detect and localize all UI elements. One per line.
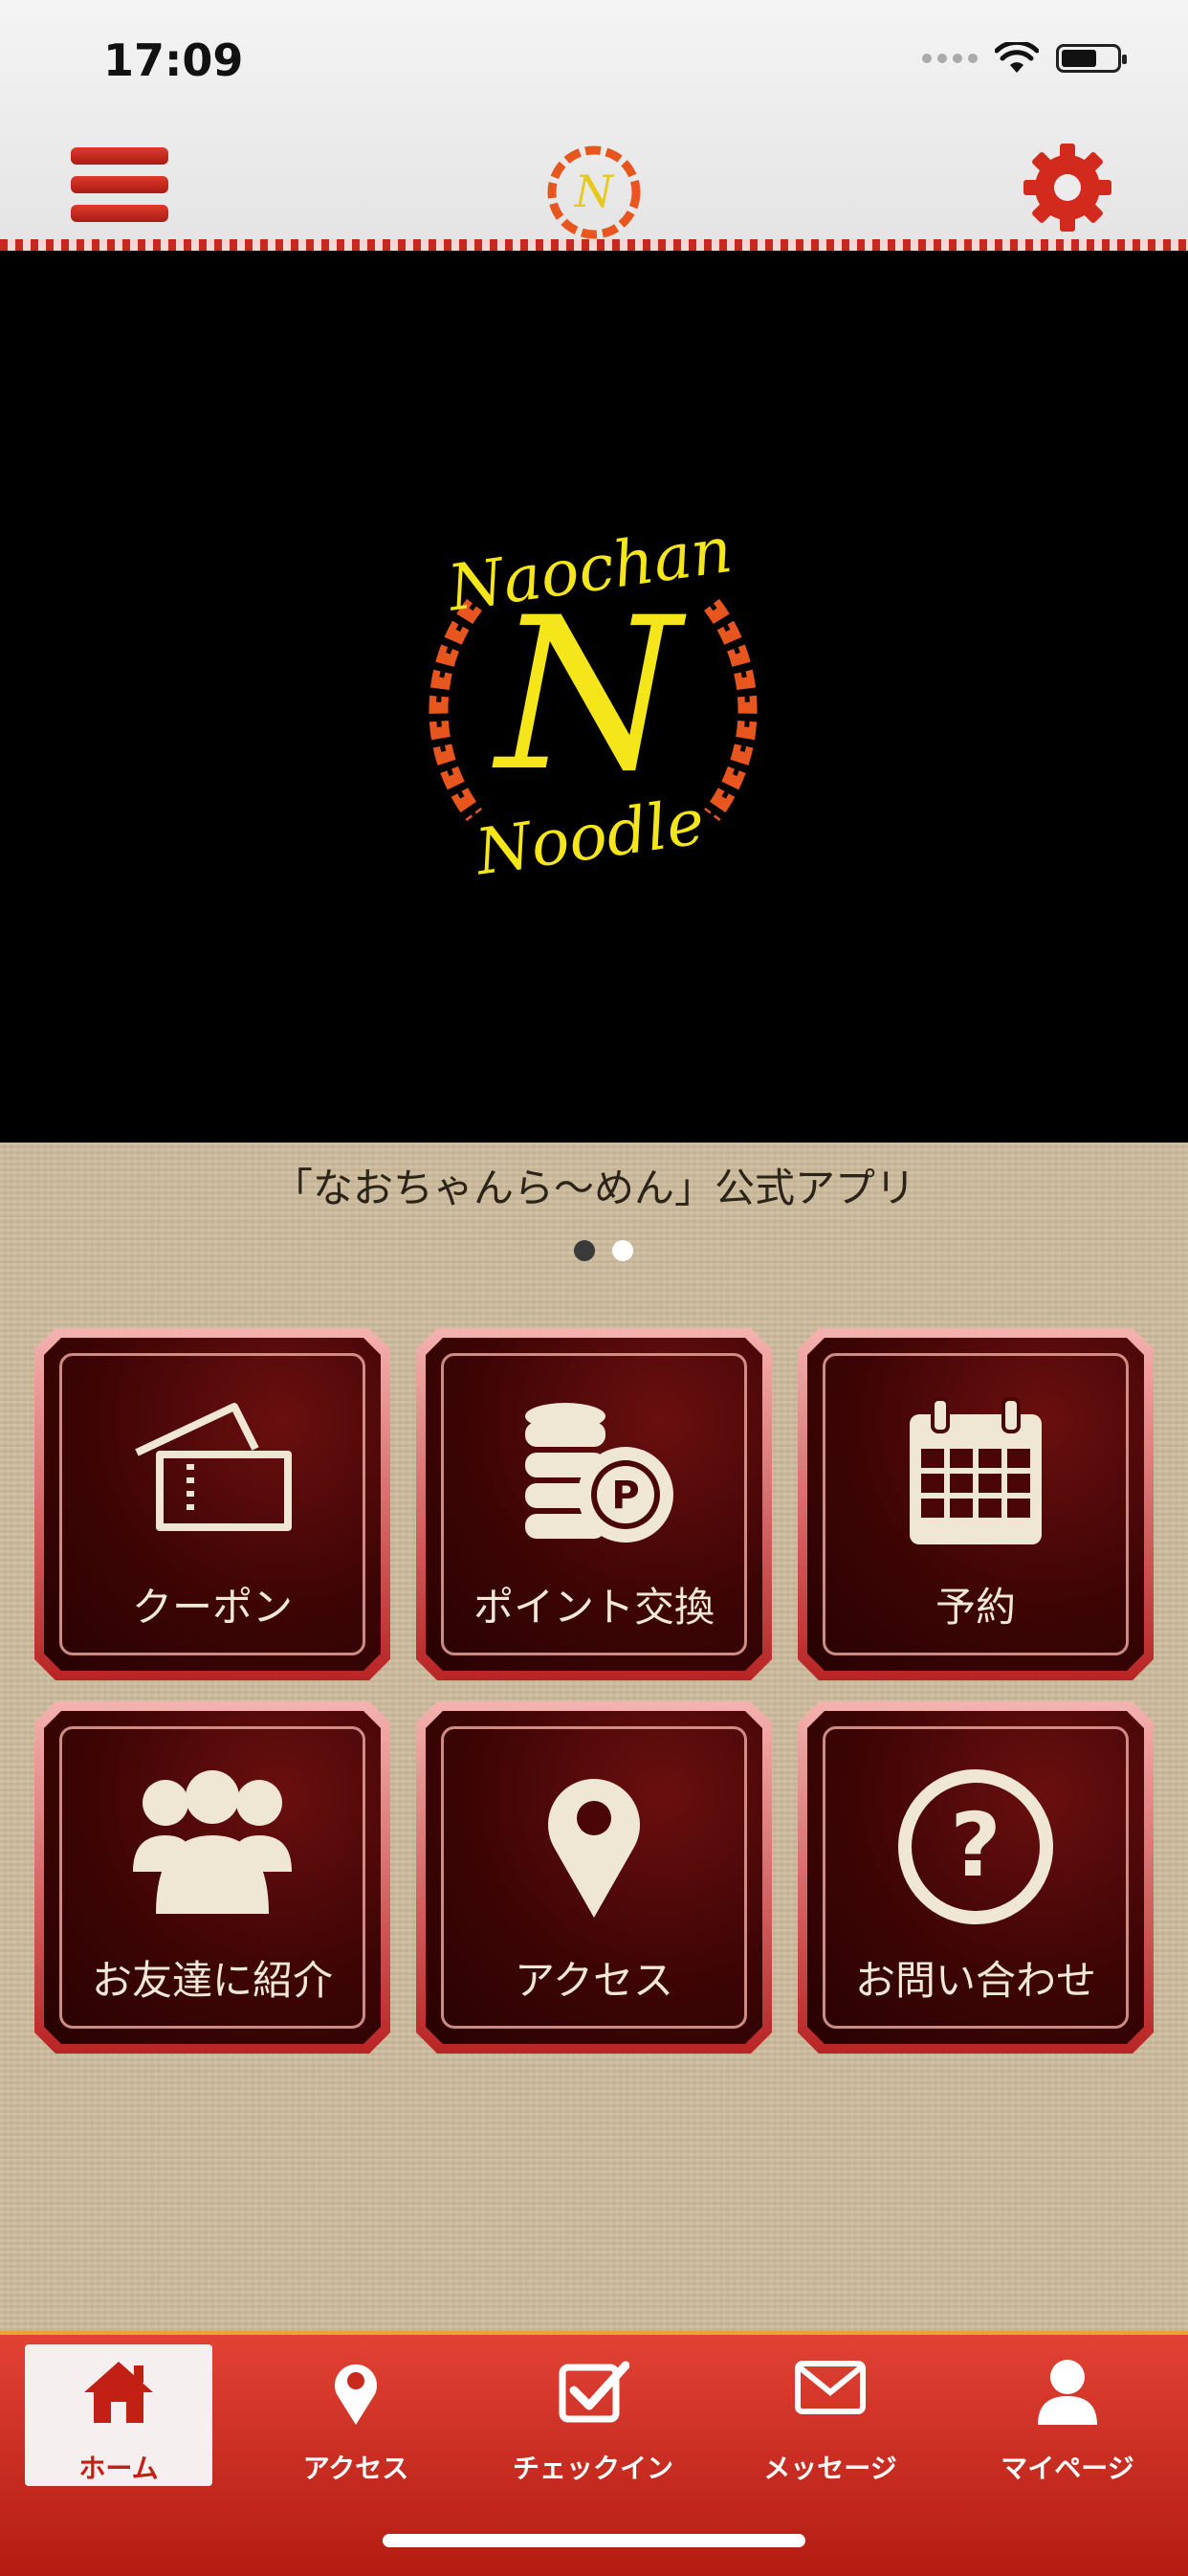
top-bar: 17:09 N: [0, 0, 1188, 251]
map-pin-icon: [335, 2364, 377, 2425]
tile-contact[interactable]: ? お問い合わせ: [798, 1701, 1154, 2054]
naochan-noodle-logo: Naochan N Noodle: [429, 513, 758, 890]
home-icon: [84, 2362, 153, 2423]
tab-label: チェックイン: [512, 2453, 673, 2484]
tile-reservation[interactable]: 予約: [798, 1328, 1154, 1680]
tile-label: クーポン: [131, 1584, 293, 1631]
tab-label: アクセス: [302, 2453, 409, 2484]
map-pin-icon: [541, 1768, 647, 1921]
checkin-icon: [559, 2361, 629, 2423]
calendar-icon: [904, 1395, 1047, 1548]
tile-invite-friends[interactable]: お友達に紹介: [34, 1701, 390, 2054]
hamburger-menu-icon[interactable]: [71, 147, 168, 230]
app-subtitle: 「なおちゃんら〜めん」公式アプリ: [272, 1165, 915, 1211]
people-icon: [131, 1768, 294, 1921]
wifi-icon: [995, 42, 1039, 73]
logo-letter: N: [492, 572, 687, 817]
tab-messages[interactable]: メッセージ: [737, 2344, 924, 2486]
tab-label: マイページ: [1001, 2453, 1134, 2484]
tile-access[interactable]: アクセス: [416, 1701, 772, 2054]
tab-checkin[interactable]: チェックイン: [499, 2344, 687, 2486]
carousel-dot-2[interactable]: [612, 1240, 633, 1261]
tab-mypage[interactable]: マイページ: [974, 2344, 1161, 2486]
tab-home[interactable]: ホーム: [25, 2344, 212, 2486]
signal-icon: [922, 54, 978, 63]
tile-label: アクセス: [515, 1957, 673, 2004]
tile-label: 予約: [935, 1584, 1016, 1631]
svg-text:N: N: [574, 166, 615, 217]
tile-point-exchange[interactable]: P ポイント交換: [416, 1328, 772, 1680]
svg-text:P: P: [611, 1474, 639, 1518]
user-icon: [1038, 2360, 1097, 2425]
question-icon: ?: [897, 1768, 1054, 1925]
svg-text:?: ?: [950, 1794, 1001, 1897]
tab-access[interactable]: アクセス: [262, 2344, 450, 2486]
header-logo-icon[interactable]: N: [543, 142, 645, 243]
tile-label: ポイント交換: [473, 1584, 715, 1631]
battery-icon: [1056, 44, 1127, 73]
carousel-dot-1[interactable]: [574, 1240, 595, 1261]
ticket-icon: [131, 1395, 294, 1539]
status-time: 17:09: [103, 34, 244, 86]
home-indicator[interactable]: [383, 2534, 805, 2547]
mail-icon: [795, 2361, 866, 2414]
gear-icon[interactable]: [1020, 140, 1115, 235]
coins-point-icon: P: [513, 1395, 675, 1548]
carousel-indicator[interactable]: [574, 1240, 633, 1261]
status-icons: [922, 42, 1127, 75]
tab-label: ホーム: [78, 2453, 159, 2484]
tab-label: メッセージ: [763, 2453, 897, 2484]
hero-banner[interactable]: Naochan N Noodle: [0, 251, 1188, 1143]
tile-coupon[interactable]: クーポン: [34, 1328, 390, 1680]
tile-label: お友達に紹介: [91, 1957, 333, 2004]
tile-label: お問い合わせ: [854, 1957, 1096, 2004]
